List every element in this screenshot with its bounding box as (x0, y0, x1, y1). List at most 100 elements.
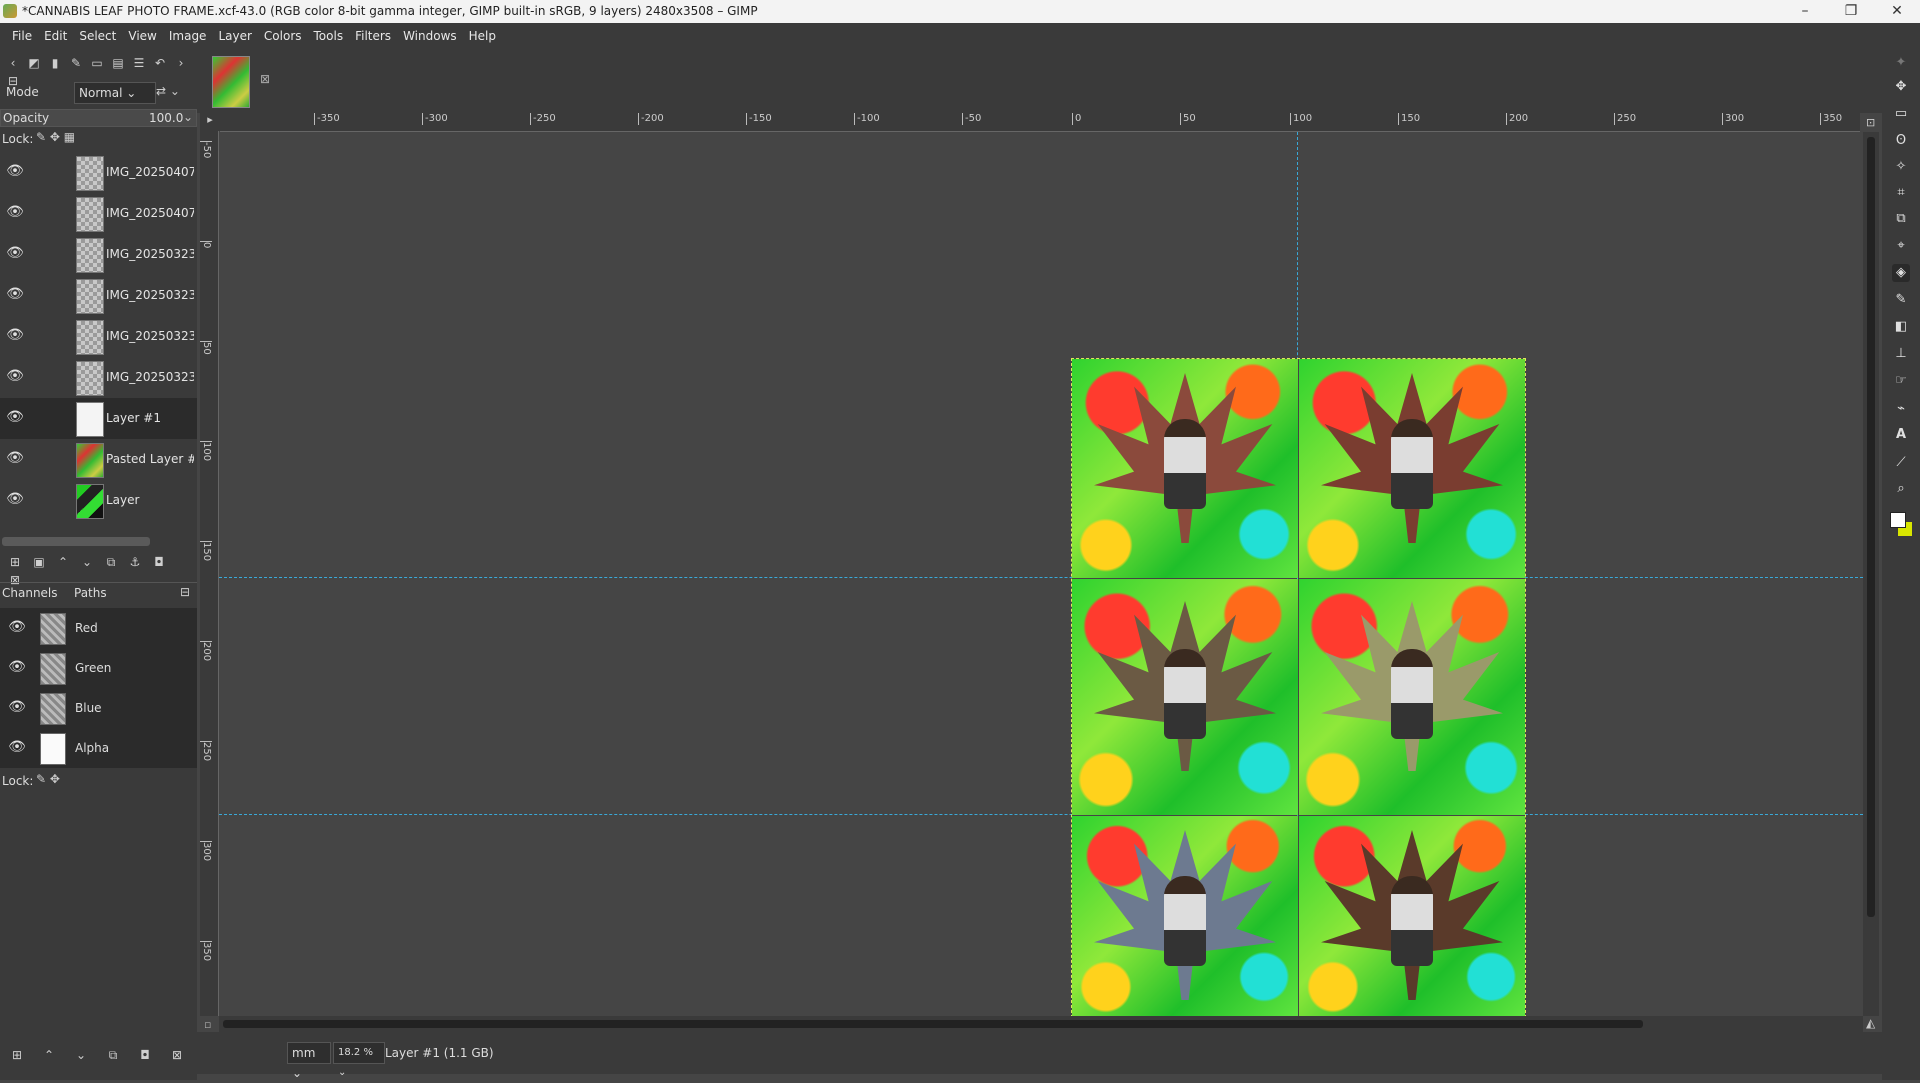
quick-mask-icon[interactable]: ▫ (204, 1018, 216, 1031)
close-button[interactable]: ✕ (1874, 0, 1920, 23)
eye-icon[interactable]: 👁 (8, 620, 26, 634)
menu-image[interactable]: Image (163, 23, 213, 50)
menu-help[interactable]: Help (463, 23, 502, 50)
pencil-icon[interactable]: ✎ (67, 54, 85, 72)
eye-icon[interactable]: 👁 (6, 369, 24, 383)
layer-row[interactable]: 👁 IMG_20250323_ (0, 275, 197, 316)
eye-icon[interactable]: 👁 (6, 205, 24, 219)
eye-icon[interactable]: 👁 (6, 410, 24, 424)
horizontal-scrollbar[interactable] (219, 1016, 1863, 1032)
eye-icon[interactable]: 👁 (6, 328, 24, 342)
smudge-tool-icon[interactable]: ☞ (1892, 372, 1910, 390)
image-tab-thumbnail[interactable] (212, 56, 250, 108)
dock-menu-icon[interactable]: ⊟ (180, 585, 190, 599)
eye-icon[interactable]: 👁 (6, 246, 24, 260)
chevron-left-icon[interactable]: ‹ (4, 54, 22, 72)
eye-icon[interactable]: 👁 (6, 451, 24, 465)
maximize-button[interactable]: ❐ (1828, 0, 1874, 23)
lock-pixels-icon[interactable]: ✎ (36, 772, 46, 786)
crop-tool-icon[interactable]: ⌗ (1892, 184, 1910, 202)
channel-row[interactable]: 👁 Green (0, 648, 197, 688)
layer-row[interactable]: 👁 IMG_20250323_ (0, 357, 197, 398)
channel-row[interactable]: 👁 Blue (0, 688, 197, 728)
mode-select[interactable]: Normal ⌄ (74, 82, 156, 104)
foreground-color-swatch[interactable] (1890, 512, 1906, 528)
raise-icon[interactable]: ⌃ (54, 553, 72, 571)
gradient-icon[interactable]: ▤ (109, 54, 127, 72)
lock-position-icon[interactable]: ✥ (50, 772, 60, 786)
eye-icon[interactable]: 👁 (6, 287, 24, 301)
duplicate-icon[interactable]: ⧉ (104, 1046, 122, 1064)
move-tool-icon[interactable]: ✥ (1892, 78, 1910, 96)
paintbrush-tool-icon[interactable]: ✎ (1892, 291, 1910, 309)
eye-icon[interactable]: 👁 (6, 164, 24, 178)
layer-row[interactable]: 👁 Layer (0, 480, 197, 521)
menu-windows[interactable]: Windows (397, 23, 463, 50)
vertical-scrollbar[interactable] (1863, 132, 1879, 1016)
anchor-icon[interactable]: ⚓ (126, 553, 144, 571)
new-channel-icon[interactable]: ⊞ (8, 1046, 26, 1064)
eye-icon[interactable]: 👁 (8, 740, 26, 754)
zoom-select[interactable]: 18.2 % ⌄ (333, 1042, 385, 1078)
menu-filters[interactable]: Filters (349, 23, 397, 50)
zoom-fit-icon[interactable]: ⊡ (1866, 116, 1880, 130)
vertical-scroll-thumb[interactable] (1867, 137, 1875, 917)
menu-colors[interactable]: Colors (258, 23, 308, 50)
eraser-tool-icon[interactable]: ◧ (1892, 318, 1910, 336)
zoom-tool-icon[interactable]: ⌕ (1892, 480, 1910, 498)
undo-history-icon[interactable]: ↶ (151, 54, 169, 72)
new-layer-icon[interactable]: ⊞ (6, 553, 24, 571)
guide-horizontal[interactable] (219, 577, 1863, 578)
mask-icon[interactable]: ◘ (150, 553, 168, 571)
duplicate-icon[interactable]: ⧉ (102, 553, 120, 571)
close-tab-icon[interactable]: ⊠ (260, 72, 270, 86)
raise-icon[interactable]: ⌃ (40, 1046, 58, 1064)
eye-icon[interactable]: 👁 (8, 700, 26, 714)
menu-view[interactable]: View (122, 23, 162, 50)
eye-icon[interactable]: 👁 (8, 660, 26, 674)
navigate-icon[interactable]: ◭ (1866, 1016, 1880, 1032)
menu-select[interactable]: Select (73, 23, 122, 50)
bucket-fill-tool-icon[interactable]: ◈ (1892, 264, 1910, 282)
brush-icon[interactable]: ▮ (46, 54, 64, 72)
delete-channel-icon[interactable]: ⊠ (168, 1046, 186, 1064)
menu-layer[interactable]: Layer (212, 23, 257, 50)
layer-row-active[interactable]: 👁 Layer #1 (0, 398, 197, 439)
menu-edit[interactable]: Edit (38, 23, 73, 50)
mode-swap-icon[interactable]: ⇄ ⌄ (156, 84, 180, 98)
horizontal-ruler[interactable]: -350 -300 -250 -200 -150 -100 -50 0 50 1… (220, 113, 1860, 132)
to-selection-icon[interactable]: ◘ (136, 1046, 154, 1064)
minimize-button[interactable]: – (1782, 0, 1828, 23)
paths-tool-icon[interactable]: ⌁ (1892, 400, 1910, 418)
clone-tool-icon[interactable]: ⊥ (1892, 345, 1910, 363)
fuzzy-select-tool-icon[interactable]: ✧ (1892, 158, 1910, 176)
layer-row[interactable]: 👁 IMG_20250323_ (0, 234, 197, 275)
warp-tool-icon[interactable]: ⌖ (1892, 237, 1910, 255)
layer-row[interactable]: 👁 IMG_20250407_ (0, 152, 197, 193)
layer-row[interactable]: 👁 Pasted Layer # (0, 439, 197, 480)
tab-channels[interactable]: Channels (2, 586, 58, 600)
lock-position-icon[interactable]: ✥ (50, 130, 60, 144)
lower-icon[interactable]: ⌄ (72, 1046, 90, 1064)
spin-icon[interactable]: ⌄ (183, 110, 193, 124)
color-picker-tool-icon[interactable]: ⟋ (1892, 454, 1910, 472)
image-collage[interactable] (1071, 358, 1526, 1016)
channel-row[interactable]: 👁 Red (0, 608, 197, 648)
menu-tools[interactable]: Tools (308, 23, 350, 50)
layer-row[interactable]: 👁 IMG_20250323_ (0, 316, 197, 357)
layers-hscrollbar[interactable] (2, 537, 150, 546)
chevron-right-icon[interactable]: › (172, 54, 190, 72)
unit-select[interactable]: mm ⌄ (287, 1042, 331, 1080)
layers-icon[interactable]: ☰ (130, 54, 148, 72)
lock-alpha-icon[interactable]: ▦ (64, 130, 75, 144)
channel-row[interactable]: 👁 Alpha (0, 728, 197, 768)
guide-horizontal[interactable] (219, 814, 1863, 815)
image-canvas[interactable] (219, 132, 1863, 1016)
menu-file[interactable]: File (6, 23, 38, 50)
horizontal-scroll-thumb[interactable] (223, 1020, 1643, 1028)
lock-pixels-icon[interactable]: ✎ (36, 130, 46, 144)
pattern-icon[interactable]: ▭ (88, 54, 106, 72)
color-swatches[interactable] (1890, 512, 1912, 536)
lower-icon[interactable]: ⌄ (78, 553, 96, 571)
rect-select-tool-icon[interactable]: ▭ (1892, 105, 1910, 123)
